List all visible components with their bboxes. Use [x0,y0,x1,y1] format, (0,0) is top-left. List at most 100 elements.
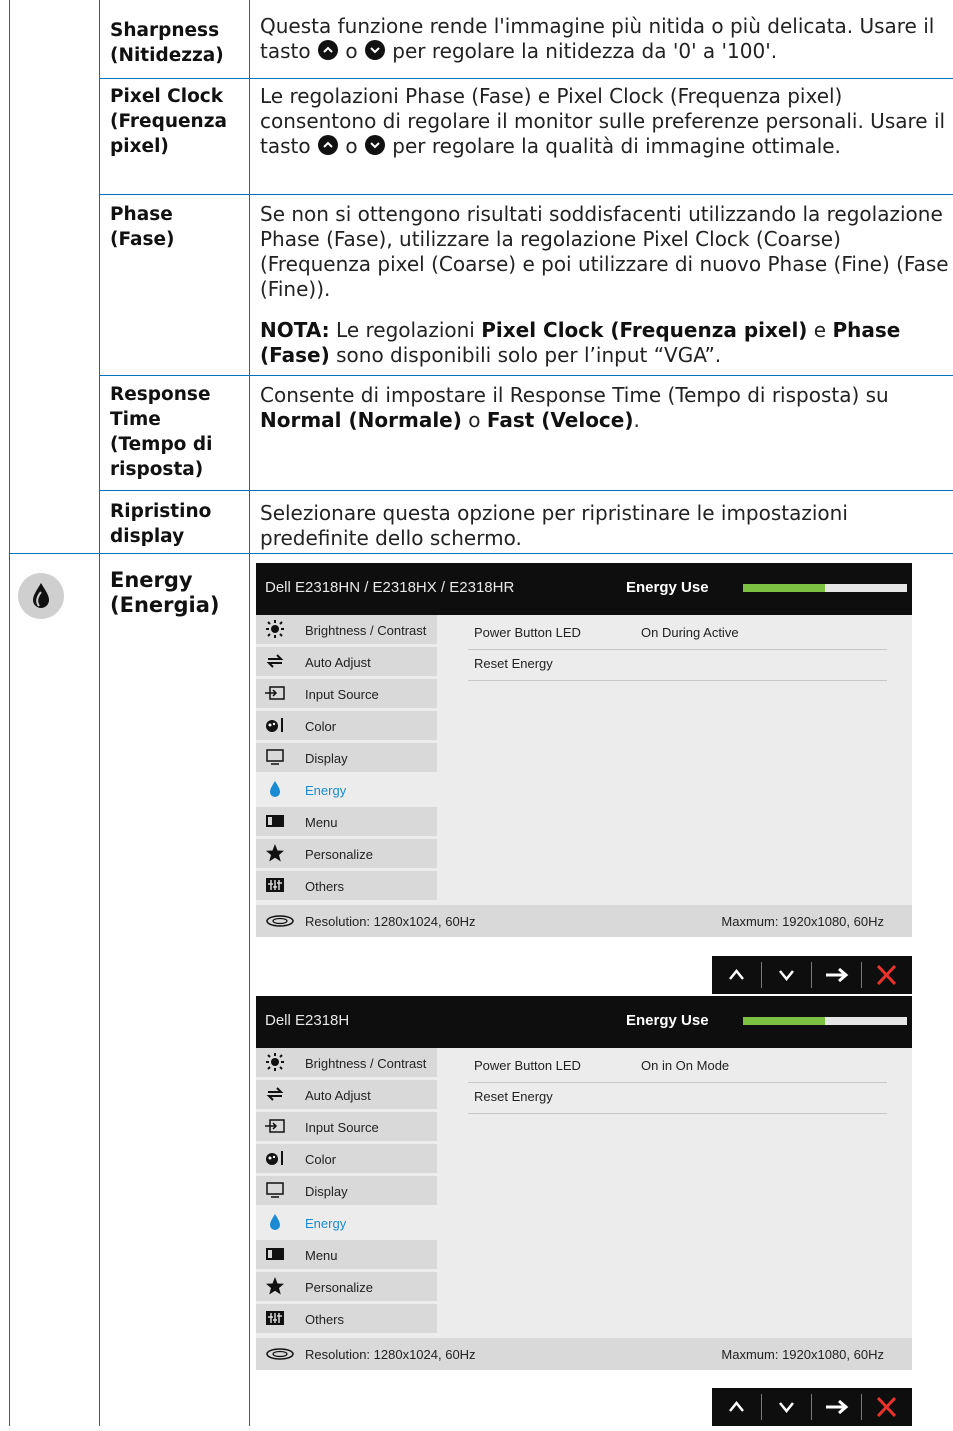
menu-item-label: Personalize [305,1280,373,1295]
menu-item-menu[interactable]: Menu [256,807,437,836]
menu-item-label: Brightness / Contrast [305,623,427,638]
menu-item-label: Color [305,1152,337,1167]
setting-name[interactable]: Power Button LED [474,625,581,640]
sun-icon [265,1053,285,1071]
osd-menu: Brightness / Contrast Auto Adjust Input So… [256,615,437,903]
menu-item-label: Brightness / Contrast [305,1056,427,1071]
osd-footer: Resolution: 1280x1024, 60Hz Maxmum: 1920x… [256,1338,912,1370]
auto-adjust-icon [265,652,285,670]
menu-item-label: Others [305,879,345,894]
resolution-icon [266,1347,294,1364]
right-arrow-button[interactable] [812,956,861,994]
row-label-reset-display: Ripristino display [110,501,212,547]
display-icon [265,1181,285,1199]
desc-text: o [345,39,358,63]
row-divider [99,78,953,79]
menu-icon [265,1245,285,1263]
down-arrow-button[interactable] [762,956,811,994]
nav-divider [811,1394,812,1420]
menu-item-label: Color [305,719,337,734]
menu-item-label: Menu [305,1248,338,1263]
menu-item-color[interactable]: Color [256,711,437,740]
menu-item-brightness-contrast[interactable]: Brightness / Contrast [256,615,437,644]
column-divider-2 [249,0,250,1426]
table-border-left [9,0,10,1426]
resolution-text: Resolution: 1280x1024, 60Hz [305,914,476,929]
row-divider [99,194,953,195]
max-resolution-text: Maxmum: 1920x1080, 60Hz [721,914,884,929]
menu-item-energy[interactable]: Energy [256,775,437,804]
energy-use-fill [743,584,825,592]
menu-item-auto-adjust[interactable]: Auto Adjust [256,647,437,676]
note-bold: Pixel Clock (Frequenza pixel) [481,318,808,342]
menu-item-menu[interactable]: Menu [256,1240,437,1269]
auto-adjust-icon [265,1085,285,1103]
menu-item-label: Energy [305,783,347,798]
up-button-icon [317,135,338,155]
menu-item-others[interactable]: Others [256,1304,437,1333]
row-label-pixel-clock: Pixel Clock (Frequenza pixel) [110,86,227,157]
menu-item-input-source[interactable]: Input Source [256,679,437,708]
menu-item-auto-adjust[interactable]: Auto Adjust [256,1080,437,1109]
menu-item-brightness-contrast[interactable]: Brightness / Contrast [256,1048,437,1077]
desc-text: o [345,134,358,158]
right-arrow-icon [812,1399,861,1430]
menu-item-color[interactable]: Color [256,1144,437,1173]
menu-item-others[interactable]: Others [256,871,437,900]
close-button[interactable] [862,1388,911,1426]
color-icon [265,1149,285,1167]
down-arrow-button[interactable] [762,1388,811,1426]
star-icon [265,844,285,862]
row-divider [9,553,953,554]
leaf-drop-icon [18,573,64,619]
right-arrow-button[interactable] [812,1388,861,1426]
nav-divider [811,962,812,988]
down-button-icon [364,135,385,155]
row-desc-sharpness: Questa funzione rende l'immagine più nit… [260,14,950,64]
up-arrow-button[interactable] [712,1388,761,1426]
setting-name[interactable]: Power Button LED [474,1058,581,1073]
setting-name[interactable]: Reset Energy [474,656,553,671]
energy-icon [265,780,285,798]
resolution-text: Resolution: 1280x1024, 60Hz [305,1347,476,1362]
menu-item-label: Menu [305,815,338,830]
osd-nav-buttons [712,1388,912,1426]
nav-divider [861,1394,862,1420]
note-text: sono disponibili solo per l’input “VGA”. [329,343,722,367]
menu-item-display[interactable]: Display [256,1176,437,1205]
menu-item-label: Auto Adjust [305,1088,371,1103]
input-source-icon [265,1117,285,1135]
note-text: Le regolazioni [329,318,482,342]
row-desc-response-time: Consente di impostare il Response Time (… [260,383,950,433]
menu-item-label: Input Source [305,687,379,702]
others-icon [265,876,285,894]
star-icon [265,1277,285,1295]
up-arrow-button[interactable] [712,956,761,994]
menu-item-input-source[interactable]: Input Source [256,1112,437,1141]
desc-text: per regolare la qualità di immagine otti… [392,134,841,158]
menu-item-label: Display [305,751,348,766]
osd-model-name: Dell E2318HN / E2318HX / E2318HR [265,579,515,596]
menu-item-display[interactable]: Display [256,743,437,772]
desc-text: per regolare la nitidezza da '0' a '100'… [392,39,778,63]
energy-use-label: Energy Use [626,1012,709,1029]
setting-name[interactable]: Reset Energy [474,1089,553,1104]
display-icon [265,748,285,766]
setting-value: On During Active [641,625,739,640]
close-button[interactable] [862,956,911,994]
osd-nav-buttons [712,956,912,994]
menu-item-personalize[interactable]: Personalize [256,1272,437,1301]
menu-item-label: Auto Adjust [305,655,371,670]
osd-footer: Resolution: 1280x1024, 60Hz Maxmum: 1920x… [256,905,912,937]
menu-item-energy[interactable]: Energy [256,1208,437,1237]
resolution-icon [266,914,294,931]
input-source-icon [265,684,285,702]
osd-screenshot: Dell E2318HN / E2318HX / E2318HR Energy U… [256,563,912,939]
menu-item-personalize[interactable]: Personalize [256,839,437,868]
setting-separator [468,649,887,650]
nav-divider [761,1394,762,1420]
up-button-icon [317,40,338,60]
osd-model-name: Dell E2318H [265,1012,350,1029]
menu-item-label: Energy [305,1216,347,1231]
row-label-energy: Energy (Energia) [110,568,220,617]
